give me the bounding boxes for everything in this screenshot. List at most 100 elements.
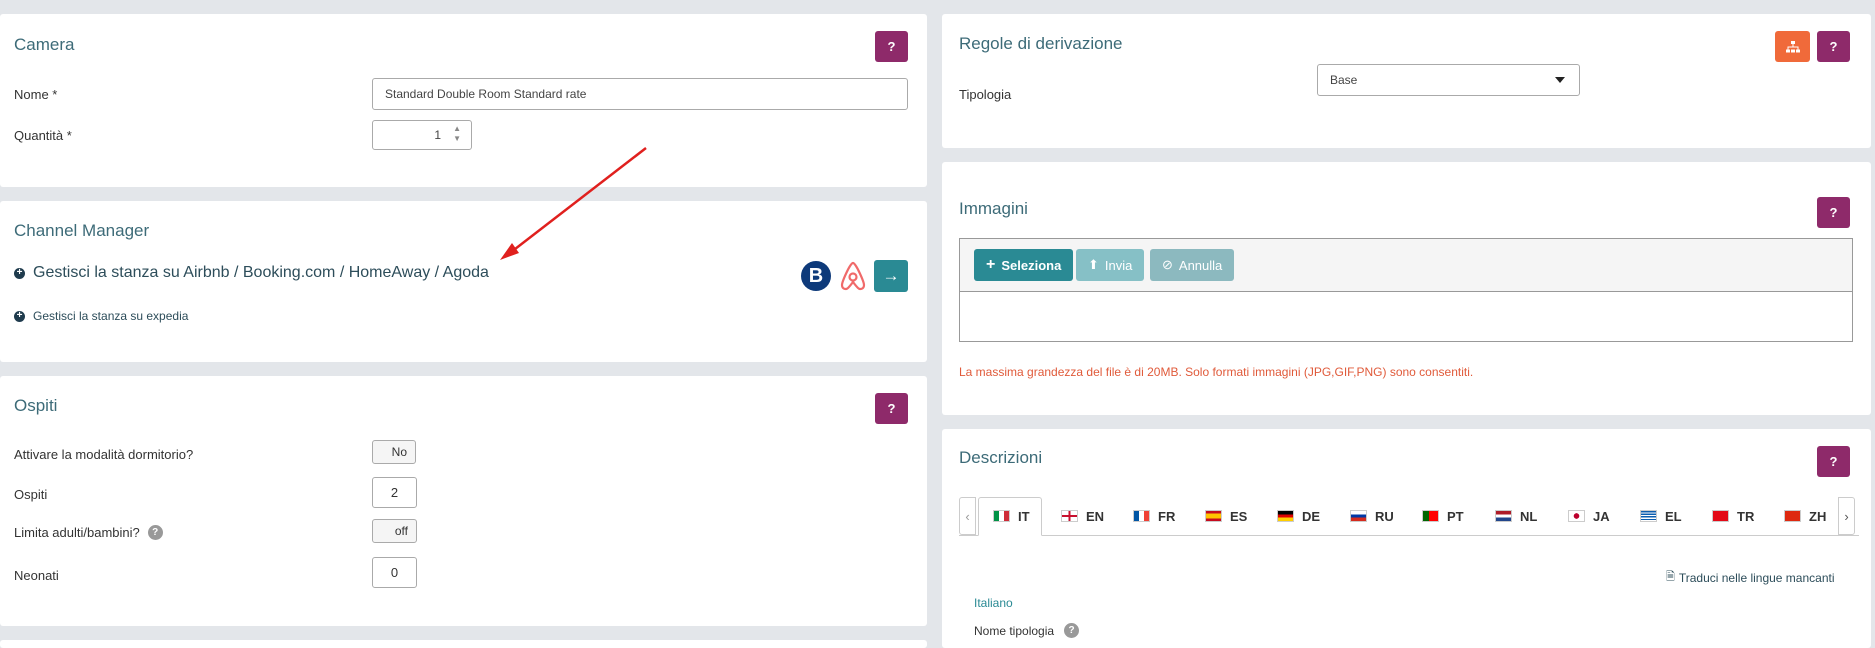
translate-missing-label: Traduci nelle lingue mancanti (1678, 570, 1835, 585)
flag-pt-icon (1422, 510, 1439, 522)
immagini-help-button[interactable]: ? (1817, 197, 1850, 228)
language-tabs-line (959, 535, 1859, 536)
guests-field[interactable]: 2 (372, 477, 417, 508)
tab-ja-label: JA (1593, 508, 1610, 524)
question-circle-icon[interactable]: ? (147, 525, 163, 540)
select-file-button[interactable]: + Seleziona (974, 249, 1074, 281)
tab-nl-label: NL (1520, 508, 1538, 524)
expedia-link[interactable]: + Gestisci la stanza su expedia (14, 309, 188, 323)
tabs-scroll-left[interactable]: ‹ (959, 497, 976, 535)
flag-tr-icon (1712, 510, 1729, 522)
next-panel-sliver (0, 640, 927, 648)
question-circle-icon[interactable]: ? (1064, 623, 1080, 638)
descrizioni-help-button[interactable]: ? (1817, 446, 1850, 477)
ospiti-help-button[interactable]: ? (875, 393, 908, 424)
tab-zh[interactable]: ZH (1784, 497, 1826, 535)
flag-zh-icon (1784, 510, 1801, 522)
quantity-stepper[interactable]: 1 ▲ ▼ (372, 120, 472, 150)
plus-circle-icon: + (14, 310, 25, 322)
tab-en[interactable]: EN (1061, 497, 1104, 535)
nome-tipologia-label: Nome tipologia (974, 623, 1055, 638)
language-name: Italiano (974, 596, 1013, 610)
descrizioni-panel: Descrizioni ? (942, 429, 1871, 648)
flag-el-icon (1640, 510, 1657, 522)
quantity-value: 1 (434, 128, 441, 142)
flag-it-icon (993, 510, 1010, 522)
tab-ja[interactable]: JA (1568, 497, 1610, 535)
tab-zh-label: ZH (1809, 508, 1827, 524)
airbnb-booking-link[interactable]: + Gestisci la stanza su Airbnb / Booking… (14, 264, 489, 282)
sitemap-button[interactable] (1775, 31, 1810, 62)
caret-down-icon (1555, 77, 1565, 83)
dorm-label: Attivare la modalità dormitorio? (14, 447, 194, 462)
limit-label-row: Limita adulti/bambini? ? (14, 525, 163, 540)
tab-fr-label: FR (1158, 508, 1176, 524)
tab-el[interactable]: EL (1640, 497, 1682, 535)
airbnb-booking-link-text: Gestisci la stanza su Airbnb / Booking.c… (33, 264, 489, 281)
ospiti-title: Ospiti (14, 396, 58, 415)
regole-help-button[interactable]: ? (1817, 31, 1850, 62)
immagini-panel: Immagini ? + Seleziona ⬆ Invia ⊘ Annulla… (942, 162, 1871, 415)
tab-es-label: ES (1230, 508, 1248, 524)
name-label: Nome * (14, 87, 58, 102)
dorm-toggle[interactable]: No (372, 440, 416, 464)
limit-toggle[interactable]: off (372, 519, 417, 543)
file-size-note: La massima grandezza del file è di 20MB.… (959, 365, 1474, 379)
airbnb-logo-icon (839, 260, 867, 292)
tab-it[interactable]: IT (993, 497, 1030, 535)
tab-pt-label: PT (1447, 508, 1464, 524)
quantity-label: Quantità * (14, 128, 72, 143)
flag-de-icon (1277, 510, 1294, 522)
tab-nl[interactable]: NL (1495, 497, 1537, 535)
plus-circle-icon: + (14, 267, 25, 279)
tipologia-value: Base (1330, 73, 1358, 87)
annotation-arrow (500, 147, 647, 260)
upload-dropzone[interactable] (959, 291, 1853, 342)
flag-ru-icon (1350, 510, 1367, 522)
tipologia-select[interactable]: Base (1317, 64, 1580, 96)
name-input[interactable]: Standard Double Room Standard rate (372, 78, 908, 110)
regole-title: Regole di derivazione (959, 34, 1123, 53)
cancel-upload-label: Annulla (1178, 257, 1223, 273)
channel-manager-title: Channel Manager (14, 221, 150, 240)
tab-tr[interactable]: TR (1712, 497, 1754, 535)
infants-label: Neonati (14, 568, 59, 583)
tab-en-label: EN (1086, 508, 1105, 524)
tab-it-label: IT (1018, 508, 1030, 524)
tabs-scroll-right[interactable]: › (1838, 497, 1855, 535)
tab-tr-label: TR (1737, 508, 1755, 524)
cancel-upload-button[interactable]: ⊘ Annulla (1150, 249, 1235, 281)
flag-ja-icon (1568, 510, 1585, 522)
tab-el-label: EL (1665, 508, 1682, 524)
flag-fr-icon (1133, 510, 1150, 522)
flag-es-icon (1205, 510, 1222, 522)
tab-de[interactable]: DE (1277, 497, 1320, 535)
camera-help-button[interactable]: ? (875, 31, 908, 62)
tab-es[interactable]: ES (1205, 497, 1247, 535)
upload-button[interactable]: ⬆ Invia (1076, 249, 1145, 281)
camera-title: Camera (14, 35, 75, 54)
nome-tipologia-row: Nome tipologia ? (974, 623, 1080, 638)
flag-nl-icon (1495, 510, 1512, 522)
descrizioni-title: Descrizioni (959, 448, 1043, 467)
ospiti-panel: Ospiti ? Attivare la modalità dormitorio… (0, 376, 927, 626)
infants-field[interactable]: 0 (372, 557, 417, 588)
tab-pt[interactable]: PT (1422, 497, 1464, 535)
select-file-label: Seleziona (1001, 257, 1062, 273)
channel-manager-panel: Channel Manager + Gestisci la stanza su … (0, 201, 927, 362)
regole-panel: Regole di derivazione ? Tipologia Base (942, 14, 1871, 148)
translate-icon: 🗎 (1666, 571, 1675, 583)
stepper-arrows-icon[interactable]: ▲ ▼ (453, 124, 461, 144)
sitemap-icon (1785, 40, 1800, 52)
upload-icon: ⬆ (1088, 257, 1099, 272)
tab-fr[interactable]: FR (1133, 497, 1175, 535)
limit-label: Limita adulti/bambini? (14, 525, 140, 540)
expedia-link-text: Gestisci la stanza su expedia (33, 309, 189, 323)
immagini-title: Immagini (959, 199, 1028, 218)
camera-panel: Camera ? Nome * Standard Double Room Sta… (0, 14, 927, 187)
go-arrow-button[interactable]: → (874, 260, 908, 292)
translate-missing-link[interactable]: 🗎 Traduci nelle lingue mancanti (1666, 568, 1835, 587)
tab-ru[interactable]: RU (1350, 497, 1394, 535)
booking-logo-icon: B (801, 261, 831, 291)
plus-icon: + (986, 256, 996, 273)
